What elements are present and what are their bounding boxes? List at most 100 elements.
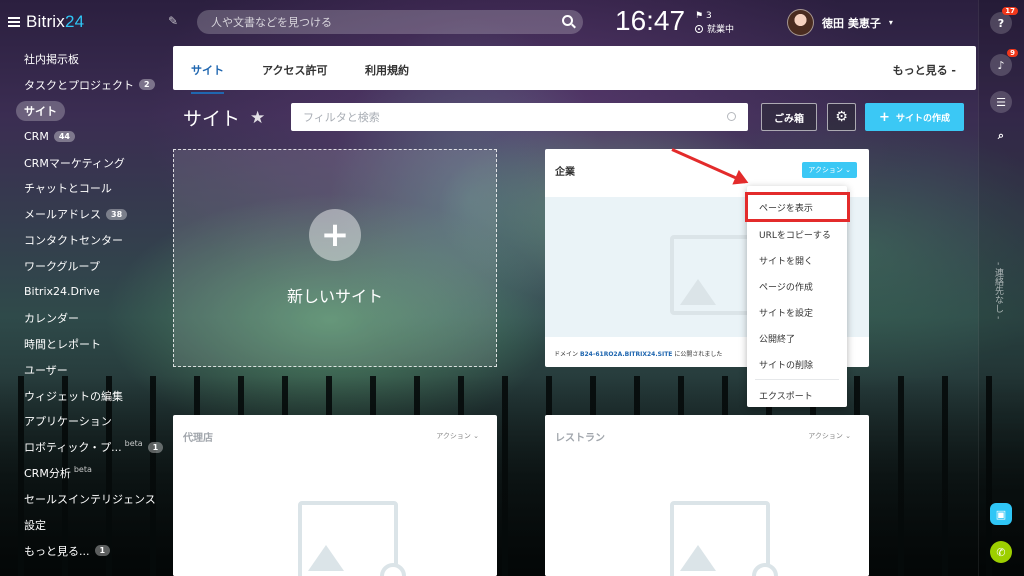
site-card-title: 企業 [555, 167, 575, 178]
sidebar-item-counter: 44 [53, 131, 75, 143]
pencil-icon[interactable]: ✎ [168, 14, 178, 28]
tab-terms[interactable]: 利用規約 [365, 62, 409, 78]
plus-icon: + [879, 109, 890, 125]
actions-button[interactable]: アクション ⌄ [802, 162, 857, 178]
settings-button[interactable]: ⚙ [827, 103, 856, 131]
site-card-agency[interactable]: 代理店 アクション ⌄ [173, 415, 497, 576]
actions-dropdown: ページを表示 URLをコピーする サイトを開く ページの作成 サイトを設定 公開… [745, 186, 850, 408]
filter-input[interactable] [291, 103, 748, 131]
chevron-down-icon: - [951, 64, 956, 77]
clock[interactable]: 16:47 [615, 5, 685, 37]
chevron-down-icon: ⌄ [845, 166, 851, 174]
sidebar-item[interactable]: セールスインテリジェンス [0, 486, 172, 512]
sidebar-item-label: タスクとプロジェクト [24, 78, 134, 92]
chevron-down-icon: ⌄ [845, 432, 851, 440]
sidebar-item[interactable]: チャットとコール [0, 175, 172, 201]
menu-item-view-page[interactable]: ページを表示 [745, 192, 850, 222]
sidebar-item[interactable]: ユーザー [0, 357, 172, 383]
sidebar-item-label: セールスインテリジェンス [24, 493, 156, 507]
sidebar-item[interactable]: ロボティック・プ... beta 1 [0, 434, 172, 460]
timeman-button[interactable]: ▣ [990, 503, 1012, 525]
tab-permissions[interactable]: アクセス許可 [262, 62, 327, 78]
sidebar-item-counter: 1 [147, 441, 164, 453]
sidebar-item[interactable]: 時間とレポート [0, 331, 172, 357]
sidebar-item[interactable]: 社内掲示板 [0, 46, 172, 72]
help-button[interactable]: ? 17 [990, 7, 1018, 34]
sidebar-item-label: CRMマーケティング [24, 156, 125, 170]
top-header: Bitrix24 ✎ 16:47 ⚑ 3 就業中 徳田 美恵子 ▾ [0, 0, 978, 46]
avatar[interactable] [787, 9, 814, 36]
sidebar-item[interactable]: タスクとプロジェクト 2 [0, 72, 172, 98]
sidebar-item[interactable]: ワークグループ [0, 253, 172, 279]
sidebar-item[interactable]: もっと見る... 1 [0, 538, 172, 564]
search-icon[interactable] [727, 112, 736, 121]
sidebar-item-counter: 38 [106, 208, 128, 220]
menu-icon[interactable] [8, 17, 20, 27]
sidebar-item-label: 設定 [24, 518, 46, 532]
sidebar-item[interactable]: サイト [0, 98, 172, 124]
global-search-input[interactable] [197, 10, 583, 34]
menu-item-unpublish[interactable]: 公開終了 [747, 326, 847, 352]
site-card-title: レストラン [555, 433, 605, 444]
notification-badge: 9 [1007, 49, 1018, 57]
star-icon[interactable]: ★ [250, 108, 265, 128]
sidebar-item-label: もっと見る... [24, 544, 90, 558]
user-menu[interactable]: 徳田 美恵子 ▾ [787, 9, 893, 36]
menu-item-create-page[interactable]: ページの作成 [747, 274, 847, 300]
sidebar-item-label: カレンダー [24, 311, 79, 325]
create-site-button[interactable]: + サイトの作成 [865, 103, 964, 131]
menu-item-copy-url[interactable]: URLをコピーする [747, 222, 847, 248]
search-icon[interactable] [562, 15, 573, 26]
chat-icon: ☰ [996, 95, 1006, 109]
status-icon [695, 25, 703, 33]
actions-button[interactable]: アクション ⌄ [802, 428, 857, 444]
tab-more[interactable]: もっと見る - [893, 62, 956, 78]
menu-item-open-site[interactable]: サイトを開く [747, 248, 847, 274]
chat-button[interactable]: ☰ [990, 91, 1012, 113]
sidebar-item[interactable]: メールアドレス 38 [0, 201, 172, 227]
actions-button[interactable]: アクション ⌄ [430, 428, 485, 444]
sidebar-item[interactable]: ウィジェットの編集 [0, 383, 172, 409]
global-search[interactable] [197, 10, 583, 34]
bell-icon: ♪ [997, 58, 1005, 72]
sidebar-item-label: 社内掲示板 [24, 52, 79, 66]
tab-sites[interactable]: サイト [191, 62, 224, 94]
site-preview[interactable] [173, 463, 497, 576]
sidebar-item-label: CRM分析 [24, 467, 71, 481]
search-button[interactable]: ⌕ [990, 125, 1012, 147]
menu-item-site-settings[interactable]: サイトを設定 [747, 300, 847, 326]
new-site-label: 新しいサイト [286, 287, 383, 306]
user-name[interactable]: 徳田 美恵子 [822, 15, 881, 31]
new-site-tile[interactable]: + 新しいサイト [173, 149, 497, 367]
site-domain-link[interactable]: B24-61RO2A.BITRIX24.SITE [580, 351, 672, 358]
sidebar-item[interactable]: CRM 44 [0, 124, 172, 150]
menu-divider [755, 379, 839, 381]
chevron-down-icon[interactable]: ▾ [889, 18, 893, 27]
site-card-restaurant[interactable]: レストラン アクション ⌄ [545, 415, 869, 576]
sidebar-item[interactable]: アプリケーション [0, 408, 172, 434]
plus-icon[interactable]: + [309, 209, 361, 261]
sidebar-item[interactable]: Bitrix24.Drive [0, 279, 172, 305]
sidebar-item-label: サイト [16, 100, 65, 121]
notifications-button[interactable]: ♪ 9 [990, 49, 1018, 76]
site-preview[interactable] [545, 463, 869, 576]
sidebar-item[interactable]: 設定 [0, 512, 172, 538]
site-domain-info: ドメイン B24-61RO2A.BITRIX24.SITE に公開されました [554, 351, 723, 358]
sidebar-item[interactable]: CRM分析 beta [0, 460, 172, 486]
help-badge: 17 [1002, 7, 1018, 15]
call-button[interactable]: ✆ [990, 541, 1012, 563]
sidebar-item-label: チャットとコール [24, 182, 112, 196]
work-status[interactable]: ⚑ 3 就業中 [695, 9, 734, 37]
site-card-title: 代理店 [183, 433, 213, 444]
menu-item-delete-site[interactable]: サイトの削除 [747, 351, 847, 377]
sidebar-item[interactable]: CRMマーケティング [0, 150, 172, 176]
sidebar-item-counter: 2 [139, 79, 155, 91]
menu-item-export[interactable]: エクスポート [747, 382, 847, 408]
sidebar-item[interactable]: コンタクトセンター [0, 227, 172, 253]
trash-button[interactable]: ごみ箱 [761, 103, 817, 131]
filter-search[interactable] [291, 103, 748, 131]
sidebar-item-label: CRM [24, 130, 49, 144]
logo[interactable]: Bitrix24 [8, 12, 84, 32]
sidebar-item-label: ユーザー [24, 363, 68, 377]
sidebar-item[interactable]: カレンダー [0, 305, 172, 331]
